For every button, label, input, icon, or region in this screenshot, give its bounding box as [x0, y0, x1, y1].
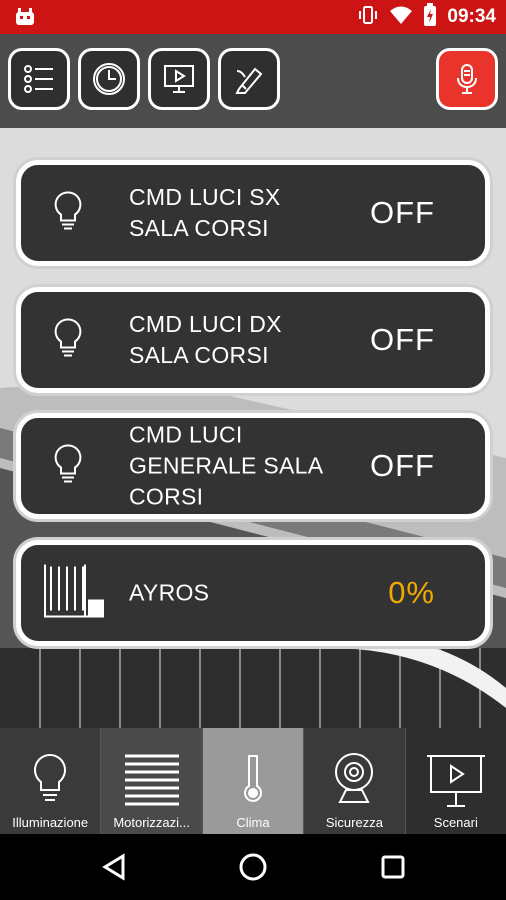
bottom-navigation: Illuminazione Motorizzazi... Clima Sicur… — [0, 728, 506, 834]
scenario-player-button[interactable] — [148, 48, 210, 110]
lightbulb-icon — [30, 752, 70, 809]
android-notification-icon — [14, 6, 36, 33]
card-status: OFF — [370, 195, 435, 230]
clock-icon — [93, 63, 125, 95]
tab-scenari[interactable]: Scenari — [405, 728, 506, 834]
tab-label: Sicurezza — [325, 815, 383, 830]
edit-pen-icon — [235, 67, 263, 94]
window-blind-icon — [41, 561, 105, 626]
home-button[interactable] — [223, 834, 283, 900]
recents-square-icon — [381, 855, 405, 879]
thermometer-icon — [241, 752, 265, 809]
light-card-sx[interactable]: CMD LUCI SX SALA CORSI OFF — [16, 160, 490, 266]
toolbar — [0, 34, 506, 128]
tab-label: Clima — [236, 815, 270, 830]
home-circle-icon — [239, 853, 267, 881]
presentation-play-icon — [164, 65, 194, 93]
microphone-icon — [457, 64, 477, 94]
card-label: AYROS — [129, 579, 210, 606]
card-status: OFF — [370, 322, 435, 357]
system-navigation-bar — [0, 834, 506, 900]
presentation-play-icon — [425, 752, 487, 815]
blinds-icon — [123, 752, 181, 811]
blind-card-ayros[interactable]: AYROS 0% — [16, 540, 490, 646]
wifi-icon — [389, 4, 413, 31]
tab-label: Illuminazione — [12, 815, 89, 830]
tab-motorizzazioni[interactable]: Motorizzazi... — [101, 728, 203, 834]
card-status: OFF — [370, 448, 435, 483]
lightbulb-icon — [51, 443, 85, 490]
card-label: CMD LUCI DX SALA CORSI — [129, 311, 282, 368]
tab-clima[interactable]: Clima — [202, 728, 305, 834]
lightbulb-icon — [51, 317, 85, 364]
light-card-generale[interactable]: CMD LUCI GENERALE SALA CORSI OFF — [16, 413, 490, 519]
light-card-dx[interactable]: CMD LUCI DX SALA CORSI OFF — [16, 287, 490, 393]
tab-label: Motorizzazi... — [113, 815, 190, 830]
tab-label: Scenari — [433, 815, 478, 830]
list-menu-button[interactable] — [8, 48, 70, 110]
clock-time: 09:34 — [447, 6, 496, 27]
status-bar: 09:34 — [0, 0, 506, 34]
recents-button[interactable] — [363, 834, 423, 900]
vibrate-icon — [357, 4, 379, 31]
list-icon — [24, 65, 53, 93]
tab-illuminazione[interactable]: Illuminazione — [0, 728, 102, 834]
microphone-button[interactable] — [436, 48, 498, 110]
edit-button[interactable] — [218, 48, 280, 110]
clock-button[interactable] — [78, 48, 140, 110]
tab-sicurezza[interactable]: Sicurezza — [304, 728, 406, 834]
card-label: CMD LUCI SX SALA CORSI — [129, 184, 281, 241]
card-status: 0% — [388, 575, 435, 610]
webcam-icon — [332, 752, 376, 811]
back-triangle-icon — [102, 853, 125, 881]
battery-icon — [423, 2, 437, 32]
lightbulb-icon — [51, 190, 85, 237]
back-button[interactable] — [84, 834, 144, 900]
card-label: CMD LUCI GENERALE SALA CORSI — [129, 421, 323, 510]
